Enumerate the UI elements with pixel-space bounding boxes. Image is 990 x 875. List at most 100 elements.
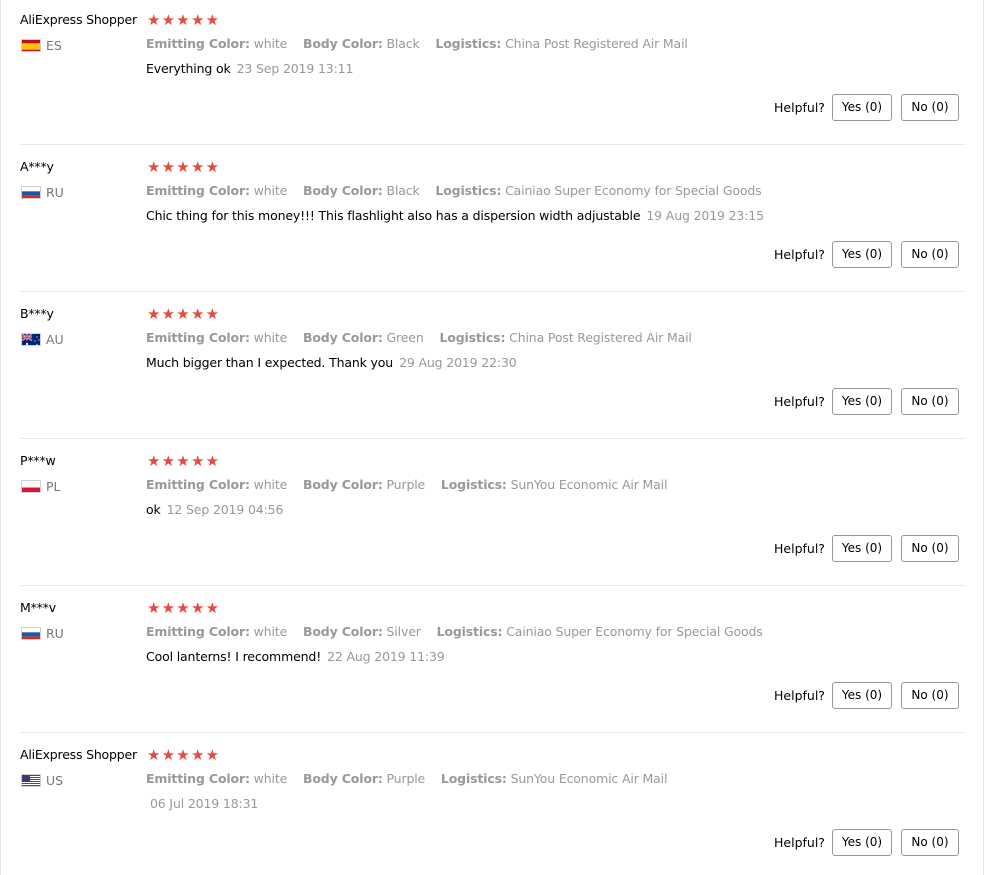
helpful-label: Helpful? (774, 835, 825, 850)
logistics-attr: Logistics: SunYou Economic Air Mail (440, 771, 668, 786)
helpful-no-button[interactable]: No (0) (901, 829, 959, 856)
emitting-color-attr: Emitting Color: white (146, 771, 287, 786)
review-divider (20, 732, 965, 733)
helpful-label: Helpful? (774, 100, 825, 115)
feedback-line: Much bigger than I expected. Thank you 29… (146, 355, 517, 370)
feedback-line: Chic thing for this money!!! This flashl… (146, 208, 764, 223)
helpful-yes-button[interactable]: Yes (0) (832, 241, 892, 268)
reviewer-country: RU (46, 626, 64, 641)
spain-flag-icon (21, 39, 41, 52)
star-rating: ★★★★★ (147, 746, 221, 764)
helpful-yes-button[interactable]: Yes (0) (832, 829, 892, 856)
helpful-no-button[interactable]: No (0) (901, 388, 959, 415)
emitting-color-value: white (253, 330, 288, 345)
feedback-date: 23 Sep 2019 13:11 (236, 61, 354, 76)
review-item: AliExpress Shopper ES ★★★★★ Emitting Col… (0, 0, 990, 147)
logistics-value: SunYou Economic Air Mail (510, 477, 668, 492)
feedback-text: ok (146, 502, 161, 517)
body-color-label: Body Color: (302, 477, 383, 492)
helpful-no-button[interactable]: No (0) (901, 94, 959, 121)
body-color-value: Purple (386, 771, 426, 786)
review-divider (20, 585, 965, 586)
body-color-value: Black (386, 36, 420, 51)
star-rating: ★★★★★ (147, 599, 221, 617)
order-attributes: Emitting Color: white Body Color: Purple… (146, 477, 679, 492)
logistics-label: Logistics: (436, 624, 503, 639)
logistics-label: Logistics: (435, 183, 502, 198)
logistics-value: Cainiao Super Economy for Special Goods (505, 183, 762, 198)
helpful-no-button[interactable]: No (0) (901, 682, 959, 709)
body-color-label: Body Color: (302, 624, 383, 639)
emitting-color-attr: Emitting Color: white (146, 477, 287, 492)
usa-flag-icon (21, 774, 41, 787)
emitting-color-label: Emitting Color: (146, 330, 250, 345)
helpful-yes-button[interactable]: Yes (0) (832, 682, 892, 709)
review-item: A***y RU ★★★★★ Emitting Color: white Bod… (0, 147, 990, 294)
body-color-label: Body Color: (302, 36, 383, 51)
body-color-value: Black (386, 183, 420, 198)
feedback-line: Cool lanterns! I recommend! 22 Aug 2019 1… (146, 649, 445, 664)
emitting-color-label: Emitting Color: (146, 183, 250, 198)
body-color-attr: Body Color: Silver (303, 624, 421, 639)
star-rating: ★★★★★ (147, 158, 221, 176)
feedback-line: ok 12 Sep 2019 04:56 (146, 502, 283, 517)
review-item: P***w PL ★★★★★ Emitting Color: white Bod… (0, 441, 990, 588)
logistics-attr: Logistics: China Post Registered Air Mai… (439, 330, 691, 345)
reviewer-country: AU (46, 332, 64, 347)
feedback-text: Chic thing for this money!!! This flashl… (146, 208, 641, 223)
feedback-date: 06 Jul 2019 18:31 (150, 796, 259, 811)
australia-flag-icon (21, 333, 41, 346)
helpful-yes-button[interactable]: Yes (0) (832, 94, 892, 121)
logistics-label: Logistics: (440, 771, 507, 786)
star-rating: ★★★★★ (147, 11, 221, 29)
review-divider (20, 291, 965, 292)
logistics-attr: Logistics: SunYou Economic Air Mail (441, 477, 668, 492)
body-color-value: Green (386, 330, 424, 345)
reviewer-name: AliExpress Shopper (20, 747, 137, 762)
helpful-label: Helpful? (774, 688, 825, 703)
feedback-date: 19 Aug 2019 23:15 (646, 208, 764, 223)
emitting-color-label: Emitting Color: (146, 771, 250, 786)
russia-flag-icon (21, 627, 41, 640)
reviewer-name: A***y (20, 159, 54, 174)
helpful-label: Helpful? (774, 247, 825, 262)
body-color-attr: Body Color: Black (303, 36, 420, 51)
logistics-label: Logistics: (435, 36, 502, 51)
feedback-date: 12 Sep 2019 04:56 (166, 502, 284, 517)
helpful-yes-button[interactable]: Yes (0) (832, 535, 892, 562)
order-attributes: Emitting Color: white Body Color: Black … (146, 183, 774, 198)
logistics-value: Cainiao Super Economy for Special Goods (506, 624, 763, 639)
reviewer-name: B***y (20, 306, 54, 321)
reviewer-country: ES (46, 38, 62, 53)
reviewer-country: US (46, 773, 64, 788)
russia-flag-icon (21, 186, 41, 199)
body-color-value: Purple (386, 477, 426, 492)
emitting-color-value: white (253, 36, 288, 51)
logistics-attr: Logistics: Cainiao Super Economy for Spe… (437, 624, 763, 639)
emitting-color-label: Emitting Color: (146, 477, 250, 492)
helpful-no-button[interactable]: No (0) (901, 241, 959, 268)
helpful-label: Helpful? (774, 394, 825, 409)
reviewer-country: RU (46, 185, 64, 200)
logistics-attr: Logistics: Cainiao Super Economy for Spe… (435, 183, 761, 198)
feedback-text: Much bigger than I expected. Thank you (146, 355, 394, 370)
review-divider (20, 438, 965, 439)
poland-flag-icon (21, 480, 41, 493)
reviewer-name: P***w (20, 453, 56, 468)
logistics-value: SunYou Economic Air Mail (510, 771, 668, 786)
body-color-attr: Body Color: Black (303, 183, 420, 198)
star-rating: ★★★★★ (147, 305, 221, 323)
emitting-color-attr: Emitting Color: white (146, 330, 287, 345)
reviewer-name: AliExpress Shopper (20, 12, 137, 27)
helpful-yes-button[interactable]: Yes (0) (832, 388, 892, 415)
emitting-color-attr: Emitting Color: white (146, 36, 287, 51)
review-item: M***v RU ★★★★★ Emitting Color: white Bod… (0, 588, 990, 735)
body-color-attr: Body Color: Green (303, 330, 424, 345)
feedback-date: 22 Aug 2019 11:39 (327, 649, 445, 664)
reviewer-country: PL (46, 479, 61, 494)
emitting-color-value: white (253, 771, 288, 786)
reviewer-name: M***v (20, 600, 56, 615)
helpful-label: Helpful? (774, 541, 825, 556)
helpful-no-button[interactable]: No (0) (901, 535, 959, 562)
emitting-color-label: Emitting Color: (146, 624, 250, 639)
